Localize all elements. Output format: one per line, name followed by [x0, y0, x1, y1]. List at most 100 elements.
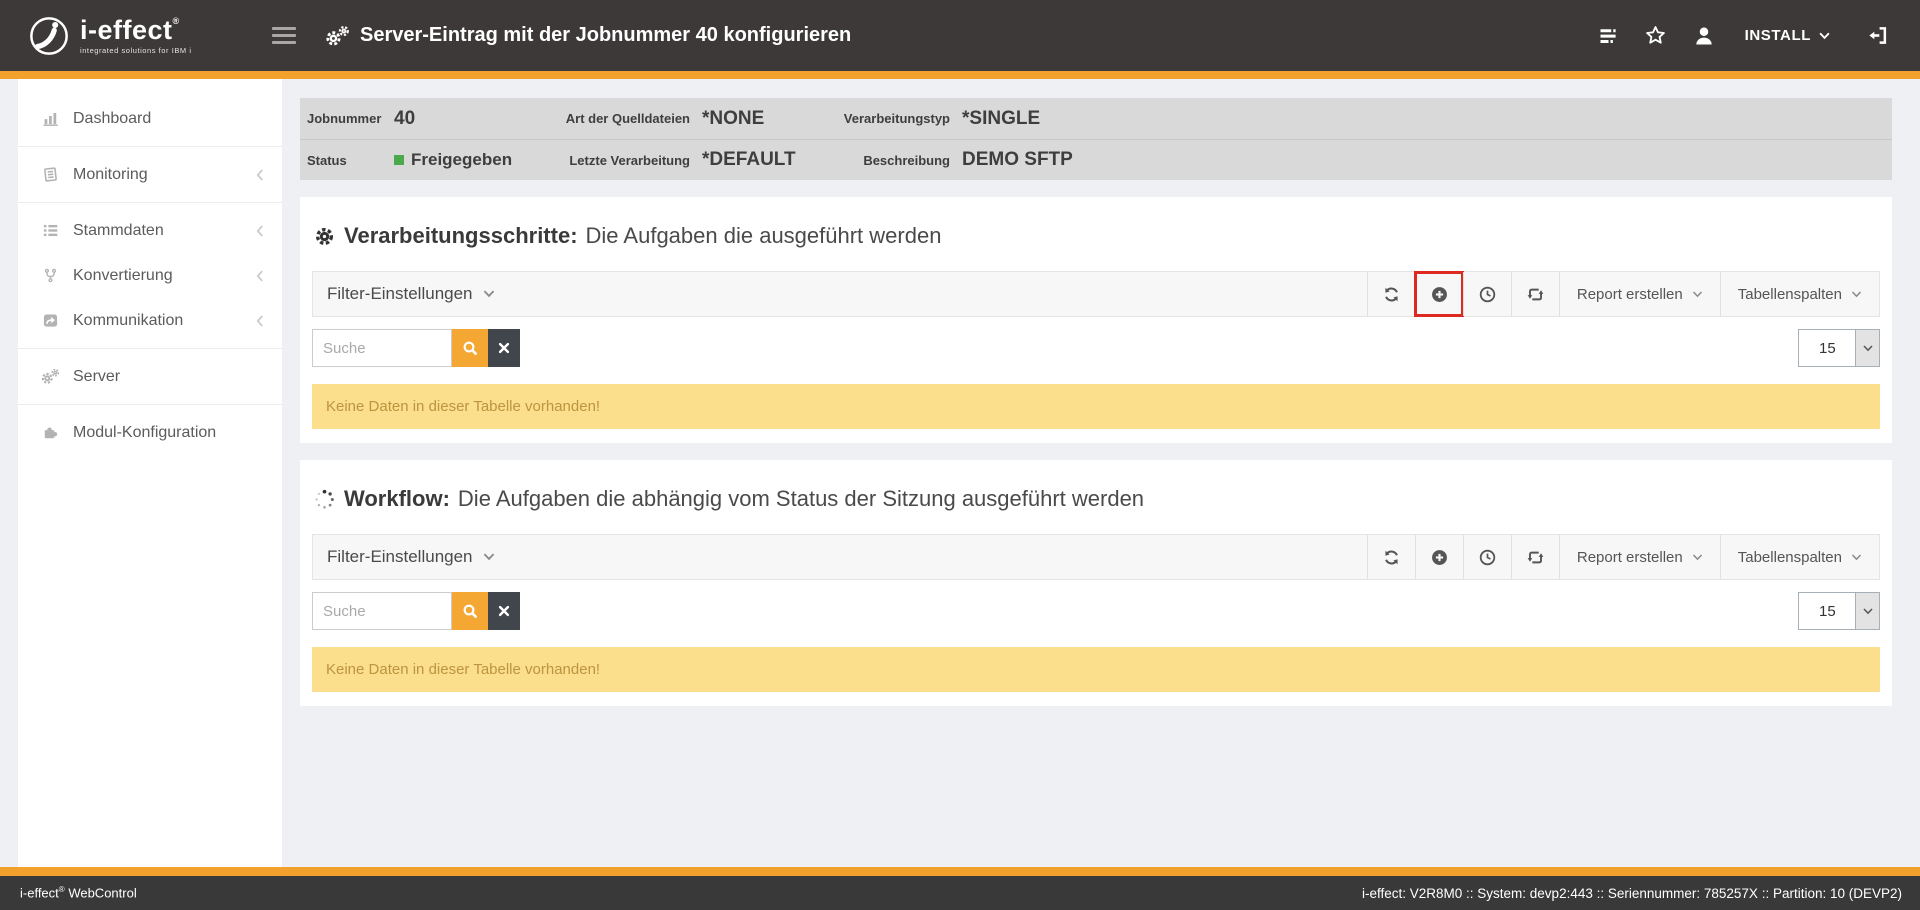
plus-circle-icon: [1431, 286, 1448, 303]
cogs-icon: [324, 25, 350, 47]
section-subtitle: Die Aufgaben die ausgeführt werden: [586, 223, 942, 249]
status-badge: Freigegeben: [394, 150, 560, 170]
table-columns-dropdown-button[interactable]: Tabellenspalten: [1720, 535, 1879, 579]
sidebar-item-kommunikation[interactable]: Kommunikation: [18, 298, 282, 343]
logout-icon[interactable]: [1860, 19, 1894, 53]
sidebar-item-label: Stammdaten: [73, 222, 164, 240]
empty-table-alert: Keine Daten in dieser Tabelle vorhanden!: [312, 647, 1880, 692]
info-label: Verarbeitungstyp: [838, 111, 950, 126]
tasks-icon[interactable]: [1591, 19, 1625, 53]
table-controls: 15: [312, 592, 1880, 630]
search-icon: [462, 603, 479, 620]
book-icon: [40, 166, 60, 183]
filter-settings-toggle[interactable]: Filter-Einstellungen: [313, 284, 495, 304]
report-dropdown-button[interactable]: Report erstellen: [1559, 272, 1720, 316]
logo-brand: i-effect®: [80, 15, 180, 45]
star-icon[interactable]: [1639, 19, 1673, 53]
user-label: INSTALL: [1745, 27, 1811, 44]
footer-product: i-effect® WebControl: [20, 885, 137, 900]
chevron-down-icon: [1855, 593, 1879, 629]
chevron-down-icon: [1851, 554, 1862, 561]
info-label: Status: [307, 153, 394, 168]
history-button[interactable]: [1463, 535, 1511, 579]
user-icon[interactable]: [1687, 19, 1721, 53]
section-title: Verarbeitungsschritte:: [344, 223, 578, 249]
sidebar-item-server[interactable]: Server: [18, 354, 282, 399]
retweet-button[interactable]: [1511, 535, 1559, 579]
logo-tagline: integrated solutions for IBM i: [80, 47, 192, 55]
puzzle-icon: [40, 424, 60, 441]
clock-icon: [1479, 549, 1496, 566]
sidebar-item-monitoring[interactable]: Monitoring: [18, 152, 282, 197]
search-icon: [462, 340, 479, 357]
sidebar-item-label: Dashboard: [73, 110, 151, 128]
page-size-select[interactable]: 15: [1798, 592, 1880, 630]
sidebar-item-label: Server: [73, 368, 120, 386]
add-step-button[interactable]: [1415, 535, 1463, 579]
sidebar-item-konvertierung[interactable]: Konvertierung: [18, 253, 282, 298]
refresh-button[interactable]: [1367, 535, 1415, 579]
section-workflow: Workflow: Die Aufgaben die abhängig vom …: [300, 460, 1892, 706]
retweet-button[interactable]: [1511, 272, 1559, 316]
info-value: 40: [394, 108, 560, 130]
section-heading: Workflow: Die Aufgaben die abhängig vom …: [312, 460, 1880, 512]
chevron-down-icon: [1855, 330, 1879, 366]
sidebar-item-stammdaten[interactable]: Stammdaten: [18, 208, 282, 253]
chevron-down-icon: [1851, 291, 1862, 298]
chevron-left-icon: [256, 270, 264, 282]
info-label: Beschreibung: [838, 153, 950, 168]
history-button[interactable]: [1463, 272, 1511, 316]
bar-chart-icon: [40, 110, 60, 127]
search-input[interactable]: [312, 592, 452, 630]
section-heading: Verarbeitungsschritte: Die Aufgaben die …: [312, 197, 1880, 249]
list-icon: [40, 222, 60, 239]
chevron-left-icon: [256, 169, 264, 181]
logo-mark-icon: [28, 15, 70, 57]
info-value: *NONE: [690, 108, 838, 130]
chevron-left-icon: [256, 315, 264, 327]
filter-settings-toggle[interactable]: Filter-Einstellungen: [313, 547, 495, 567]
sidebar-item-label: Modul-Konfiguration: [73, 424, 216, 442]
registered-mark: ®: [173, 16, 180, 26]
chevron-down-icon: [1692, 291, 1703, 298]
job-info-row: Status Freigegeben Letzte Verarbeitung *…: [300, 139, 1892, 180]
clear-search-button[interactable]: [488, 592, 520, 630]
accent-bar-top: [0, 71, 1920, 79]
top-navbar: i-effect® integrated solutions for IBM i…: [0, 0, 1920, 71]
hamburger-menu-icon[interactable]: [272, 23, 296, 48]
info-label: Letzte Verarbeitung: [560, 153, 690, 168]
search-input[interactable]: [312, 329, 452, 367]
refresh-button[interactable]: [1367, 272, 1415, 316]
add-step-button[interactable]: [1415, 272, 1463, 316]
plus-circle-icon: [1431, 549, 1448, 566]
chevron-down-icon: [1692, 554, 1703, 561]
footer-system-info: i-effect: V2R8M0 :: System: devp2:443 ::…: [1362, 886, 1902, 901]
search-button[interactable]: [452, 329, 488, 367]
empty-table-alert: Keine Daten in dieser Tabelle vorhanden!: [312, 384, 1880, 429]
sidebar-item-label: Monitoring: [73, 166, 148, 184]
gear-icon: [314, 226, 335, 247]
user-dropdown[interactable]: INSTALL: [1733, 27, 1830, 44]
section-subtitle: Die Aufgaben die abhängig vom Status der…: [458, 486, 1144, 512]
sidebar-item-label: Kommunikation: [73, 312, 183, 330]
chevron-down-icon: [483, 553, 495, 561]
table-columns-dropdown-button[interactable]: Tabellenspalten: [1720, 272, 1879, 316]
info-value: *SINGLE: [950, 108, 1892, 130]
table-toolbar: Filter-Einstellungen: [312, 534, 1880, 580]
info-value: *DEFAULT: [690, 149, 838, 171]
search-button[interactable]: [452, 592, 488, 630]
info-label: Art der Quelldateien: [560, 111, 690, 126]
section-verarbeitungsschritte: Verarbeitungsschritte: Die Aufgaben die …: [300, 197, 1892, 443]
clear-search-button[interactable]: [488, 329, 520, 367]
page-title: Server-Eintrag mit der Jobnummer 40 konf…: [360, 24, 851, 47]
page-size-select[interactable]: 15: [1798, 329, 1880, 367]
report-dropdown-button[interactable]: Report erstellen: [1559, 535, 1720, 579]
code-fork-icon: [40, 268, 60, 283]
sidebar-item-modul-konfiguration[interactable]: Modul-Konfiguration: [18, 410, 282, 455]
app-logo[interactable]: i-effect® integrated solutions for IBM i: [28, 15, 258, 57]
sidebar-nav: Dashboard Monitoring: [18, 79, 282, 867]
x-icon: [497, 341, 511, 355]
sidebar-item-dashboard[interactable]: Dashboard: [18, 96, 282, 141]
sidebar-item-label: Konvertierung: [73, 267, 173, 285]
header-actions: INSTALL: [1577, 19, 1894, 53]
